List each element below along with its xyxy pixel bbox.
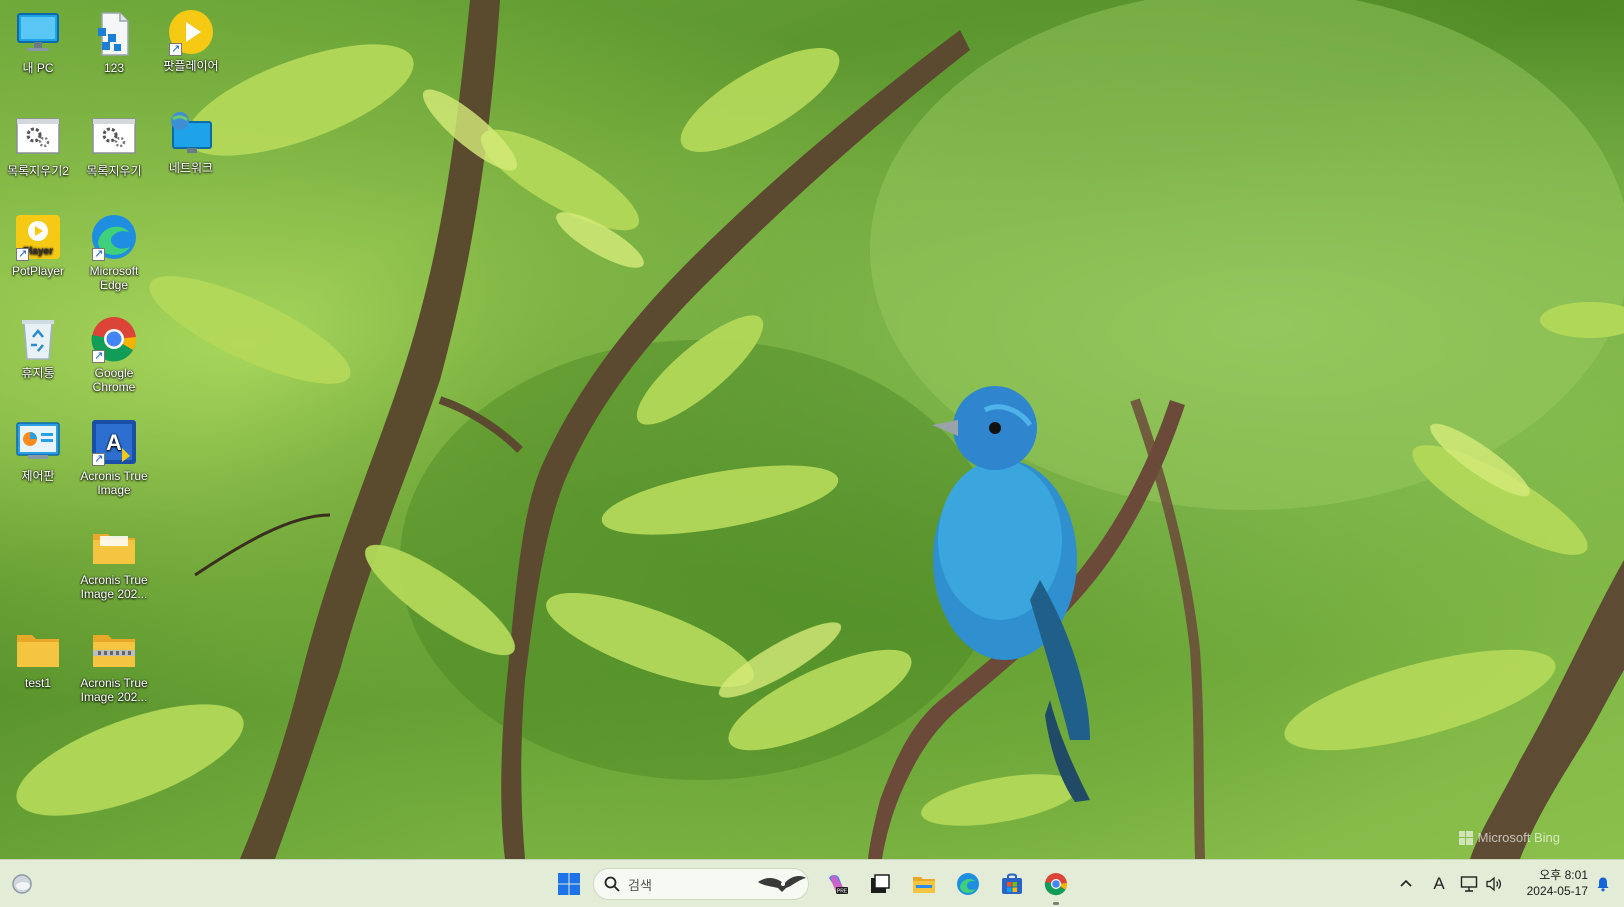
running-indicator <box>1053 902 1059 905</box>
chrome-taskbar-button[interactable] <box>1040 868 1072 905</box>
taskbar: 검색 PRE A 오후 8:01 2024-05-17 <box>0 859 1624 907</box>
desktop-icon-network[interactable]: 네트워크 <box>154 110 228 175</box>
desktop-icon-acronis-zip[interactable]: Acronis True Image 202... <box>77 625 151 704</box>
settings-script-icon <box>14 113 62 161</box>
search-highlight-bird-icon <box>758 876 806 892</box>
notifications-button[interactable] <box>1592 872 1614 896</box>
desktop-icon-potplayer[interactable]: Player PotPlayer <box>1 213 75 278</box>
file-explorer-icon <box>913 877 935 893</box>
desktop-icon-label: Acronis True Image <box>80 469 148 497</box>
widgets-button[interactable] <box>6 868 38 900</box>
network-wired-icon <box>1460 876 1478 892</box>
search-placeholder: 검색 <box>628 877 652 893</box>
document-icon <box>90 10 138 58</box>
desktop-icon-label: 내 PC <box>22 61 54 75</box>
desktop-icon-label: 제어판 <box>21 469 55 483</box>
potplayer-app-icon: Player <box>14 213 62 261</box>
shortcut-arrow-icon <box>92 349 105 363</box>
desktop-icon-recycle-bin[interactable]: 휴지통 <box>1 315 75 380</box>
desktop-icon-label: 123 <box>103 61 125 75</box>
microsoft-logo-icon <box>1458 830 1473 845</box>
taskbar-search[interactable]: 검색 <box>593 868 809 900</box>
edge-icon <box>90 213 138 261</box>
wallpaper <box>16 0 1624 859</box>
svg-text:A: A <box>106 430 122 455</box>
network-status-button[interactable] <box>1457 872 1481 896</box>
speaker-icon <box>1486 876 1502 892</box>
volume-button[interactable] <box>1482 872 1506 896</box>
desktop-icon-edge[interactable]: Microsoft Edge <box>77 213 151 292</box>
zip-folder-icon <box>90 625 138 673</box>
desktop-icon-chrome[interactable]: Google Chrome <box>77 315 151 394</box>
desktop-icon-acronis[interactable]: A Acronis True Image <box>77 418 151 497</box>
chevron-up-icon <box>1400 879 1412 887</box>
show-hidden-icons-button[interactable] <box>1395 872 1417 896</box>
folder-icon <box>14 625 62 673</box>
task-view-button[interactable] <box>864 868 896 900</box>
store-button[interactable] <box>996 868 1028 900</box>
desktop-icon-label: 목록지우기2 <box>7 164 69 178</box>
desktop-icon-potplayer-kr[interactable]: 팟플레이어 <box>154 8 228 73</box>
shortcut-arrow-icon <box>16 247 29 261</box>
desktop-icon-label: Acronis True Image 202... <box>80 573 148 601</box>
bing-watermark: Microsoft Bing <box>1458 830 1560 845</box>
desktop-icon-acronis-folder[interactable]: Acronis True Image 202... <box>77 522 151 601</box>
edge-icon <box>957 873 979 895</box>
store-icon <box>1002 873 1022 894</box>
recycle-bin-icon <box>14 315 62 363</box>
watermark-text: Microsoft Bing <box>1477 830 1560 845</box>
clock-date: 2024-05-17 <box>1526 884 1588 898</box>
shortcut-arrow-icon <box>92 452 105 466</box>
chrome-icon <box>1044 873 1068 896</box>
shortcut-arrow-icon <box>169 42 182 56</box>
edge-taskbar-button[interactable] <box>952 868 984 900</box>
weather-widget-icon <box>12 874 32 894</box>
ime-indicator: A <box>1433 874 1445 893</box>
desktop-icon-label: 네트워크 <box>168 161 214 175</box>
chrome-icon <box>90 315 138 363</box>
desktop-icon-label: Microsoft Edge <box>89 264 139 292</box>
file-explorer-button[interactable] <box>908 868 940 900</box>
input-method-button[interactable]: A <box>1428 872 1450 896</box>
search-icon <box>604 876 620 892</box>
svg-text:PRE: PRE <box>837 889 848 895</box>
desktop-icon-cleanup[interactable]: 목록지우기 <box>77 113 151 178</box>
desktop-icon-test1[interactable]: test1 <box>1 625 75 690</box>
copilot-button[interactable]: PRE <box>821 868 853 900</box>
desktop-icon-label: Acronis True Image 202... <box>80 676 148 704</box>
start-button[interactable] <box>553 868 585 900</box>
start-icon <box>558 873 580 895</box>
desktop-icon-label: 팟플레이어 <box>163 59 219 73</box>
shortcut-arrow-icon <box>92 247 105 261</box>
acronis-icon: A <box>90 418 138 466</box>
desktop-icon-label: test1 <box>24 676 51 690</box>
desktop-icon-control-panel[interactable]: 제어판 <box>1 418 75 483</box>
desktop[interactable]: 내 PC 123 팟플레이어 목록지우기2 목록지우기 네트워크 Pl <box>0 0 1624 859</box>
desktop-icon-123[interactable]: 123 <box>77 10 151 75</box>
control-panel-icon <box>14 418 62 466</box>
desktop-icon-label: Google Chrome <box>92 366 136 394</box>
bell-icon <box>1597 877 1609 892</box>
desktop-icon-label: 목록지우기 <box>86 164 142 178</box>
desktop-icon-this-pc[interactable]: 내 PC <box>1 10 75 75</box>
copilot-icon: PRE <box>829 875 848 895</box>
settings-script-icon <box>90 113 138 161</box>
this-pc-icon <box>14 10 62 58</box>
network-icon <box>167 110 215 158</box>
desktop-icon-label: PotPlayer <box>11 264 65 278</box>
folder-icon <box>90 522 138 570</box>
clock-button[interactable]: 오후 8:01 2024-05-17 <box>1512 867 1588 899</box>
potplayer-icon <box>167 8 215 56</box>
clock-time: 오후 8:01 <box>1539 868 1588 882</box>
desktop-icon-cleanup2[interactable]: 목록지우기2 <box>1 113 75 178</box>
desktop-icon-label: 휴지통 <box>21 366 55 380</box>
task-view-icon <box>871 874 890 893</box>
